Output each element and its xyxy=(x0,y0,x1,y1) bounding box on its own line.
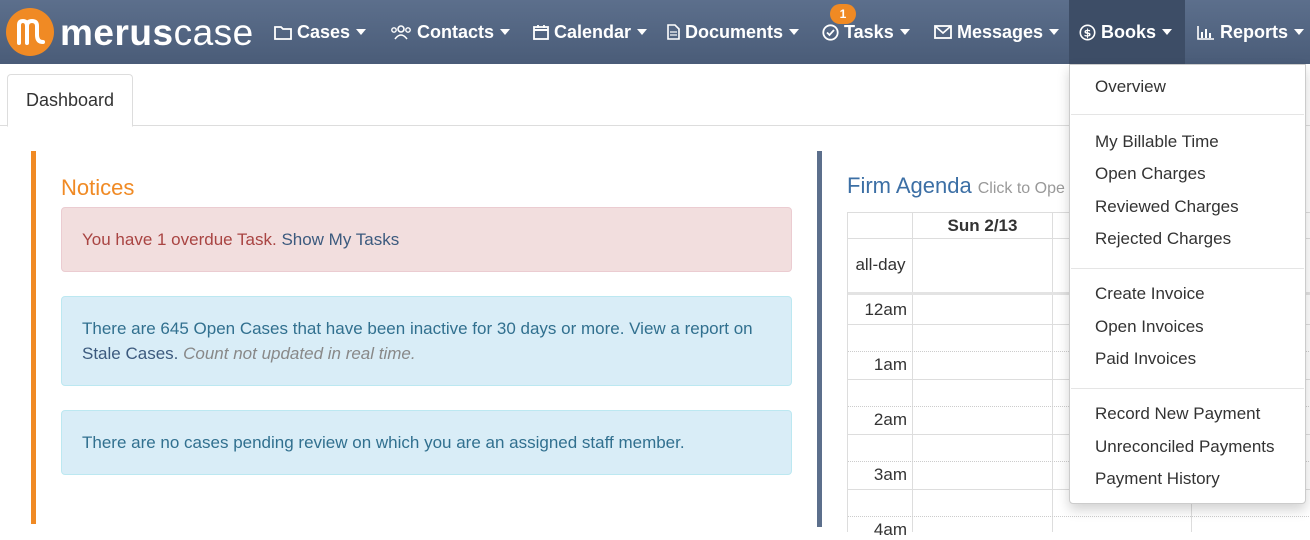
calendar-day-header[interactable]: Sun 2/13 xyxy=(913,213,1052,238)
nav-tasks[interactable]: 1 Tasks xyxy=(812,0,920,64)
menu-overview[interactable]: Overview xyxy=(1095,77,1166,97)
nav-calendar-label: Calendar xyxy=(554,21,632,42)
menu-rejected-charges[interactable]: Rejected Charges xyxy=(1095,229,1231,249)
chevron-down-icon xyxy=(1049,29,1060,35)
stale-cases-alert: There are 645 Open Cases that have been … xyxy=(61,296,792,386)
menu-create-invoice[interactable]: Create Invoice xyxy=(1095,284,1205,304)
nav-tasks-label: Tasks xyxy=(844,21,894,42)
nav-cases-label: Cases xyxy=(297,21,351,42)
all-day-label: all-day xyxy=(855,255,906,274)
menu-divider xyxy=(1071,388,1304,389)
menu-divider xyxy=(1071,268,1304,269)
menu-open-invoices[interactable]: Open Invoices xyxy=(1095,317,1204,337)
pending-review-text: There are no cases pending review on whi… xyxy=(82,433,685,452)
menu-divider xyxy=(1071,114,1304,115)
merus-logo[interactable]: meruscase xyxy=(6,8,254,56)
nav-calendar[interactable]: Calendar xyxy=(523,0,657,64)
nav-cases[interactable]: Cases xyxy=(264,0,376,64)
time-label-2am: 2am xyxy=(873,410,907,429)
check-circle-icon xyxy=(822,23,839,41)
menu-payment-history[interactable]: Payment History xyxy=(1095,469,1220,489)
time-label-3am: 3am xyxy=(873,465,907,484)
menu-reviewed-charges[interactable]: Reviewed Charges xyxy=(1095,197,1239,217)
users-icon xyxy=(390,24,412,40)
chevron-down-icon xyxy=(1162,29,1173,35)
pending-review-alert: There are no cases pending review on whi… xyxy=(61,410,792,475)
overdue-task-alert: You have 1 overdue Task. Show My Tasks xyxy=(61,207,792,272)
overdue-task-text: You have 1 overdue Task. xyxy=(82,230,277,249)
stale-cases-note: Count not updated in real time. xyxy=(183,344,416,363)
logo-text: meruscase xyxy=(60,11,254,53)
nav-documents-label: Documents xyxy=(685,21,784,42)
nav-books[interactable]: $ Books xyxy=(1069,0,1185,64)
document-icon xyxy=(667,24,680,40)
time-label-12am: 12am xyxy=(864,300,907,319)
nav-messages[interactable]: Messages xyxy=(924,0,1069,64)
stale-cases-text: There are 645 Open Cases that have been … xyxy=(82,319,753,338)
chevron-down-icon xyxy=(1294,29,1305,35)
top-navbar: meruscase Cases Contacts Calendar Docume… xyxy=(0,0,1310,64)
chevron-down-icon xyxy=(637,29,648,35)
folder-icon xyxy=(274,25,292,40)
menu-my-billable-time[interactable]: My Billable Time xyxy=(1095,132,1219,152)
chevron-down-icon xyxy=(356,29,367,35)
calendar-divider xyxy=(1052,213,1053,532)
time-label-1am: 1am xyxy=(873,355,907,374)
menu-unreconciled-payments[interactable]: Unreconciled Payments xyxy=(1095,437,1275,457)
nav-contacts-label: Contacts xyxy=(417,21,495,42)
notices-panel: Notices You have 1 overdue Task. Show My… xyxy=(31,151,801,524)
firm-agenda-title-text: Firm Agenda xyxy=(847,173,972,198)
chevron-down-icon xyxy=(899,29,910,35)
calendar-half-hour xyxy=(848,516,1310,517)
nav-books-label: Books xyxy=(1101,21,1157,42)
bar-chart-icon xyxy=(1197,25,1215,40)
nav-documents[interactable]: Documents xyxy=(657,0,809,64)
nav-contacts[interactable]: Contacts xyxy=(380,0,520,64)
nav-reports-label: Reports xyxy=(1220,21,1289,42)
envelope-icon xyxy=(934,25,952,39)
menu-record-new-payment[interactable]: Record New Payment xyxy=(1095,404,1260,424)
time-label-4am: 4am xyxy=(873,520,907,539)
logo-mark-icon xyxy=(6,8,54,56)
nav-messages-label: Messages xyxy=(957,21,1044,42)
notices-title: Notices xyxy=(61,175,135,200)
menu-paid-invoices[interactable]: Paid Invoices xyxy=(1095,349,1196,369)
calendar-icon xyxy=(533,24,549,40)
firm-agenda-hint[interactable]: Click to Ope xyxy=(978,180,1065,197)
menu-open-charges[interactable]: Open Charges xyxy=(1095,164,1206,184)
chevron-down-icon xyxy=(500,29,511,35)
svg-text:$: $ xyxy=(1084,26,1092,39)
firm-agenda-title: Firm Agenda Click to Ope xyxy=(847,173,1065,199)
show-my-tasks-link[interactable]: Show My Tasks xyxy=(281,227,399,252)
books-dropdown-menu: Overview My Billable Time Open Charges R… xyxy=(1069,64,1306,504)
dollar-circle-icon: $ xyxy=(1079,24,1096,41)
chevron-down-icon xyxy=(789,29,800,35)
tab-dashboard[interactable]: Dashboard xyxy=(7,74,133,127)
stale-cases-link[interactable]: Stale Cases. xyxy=(82,344,178,363)
nav-reports[interactable]: Reports xyxy=(1187,0,1310,64)
tasks-count-badge: 1 xyxy=(830,4,856,24)
